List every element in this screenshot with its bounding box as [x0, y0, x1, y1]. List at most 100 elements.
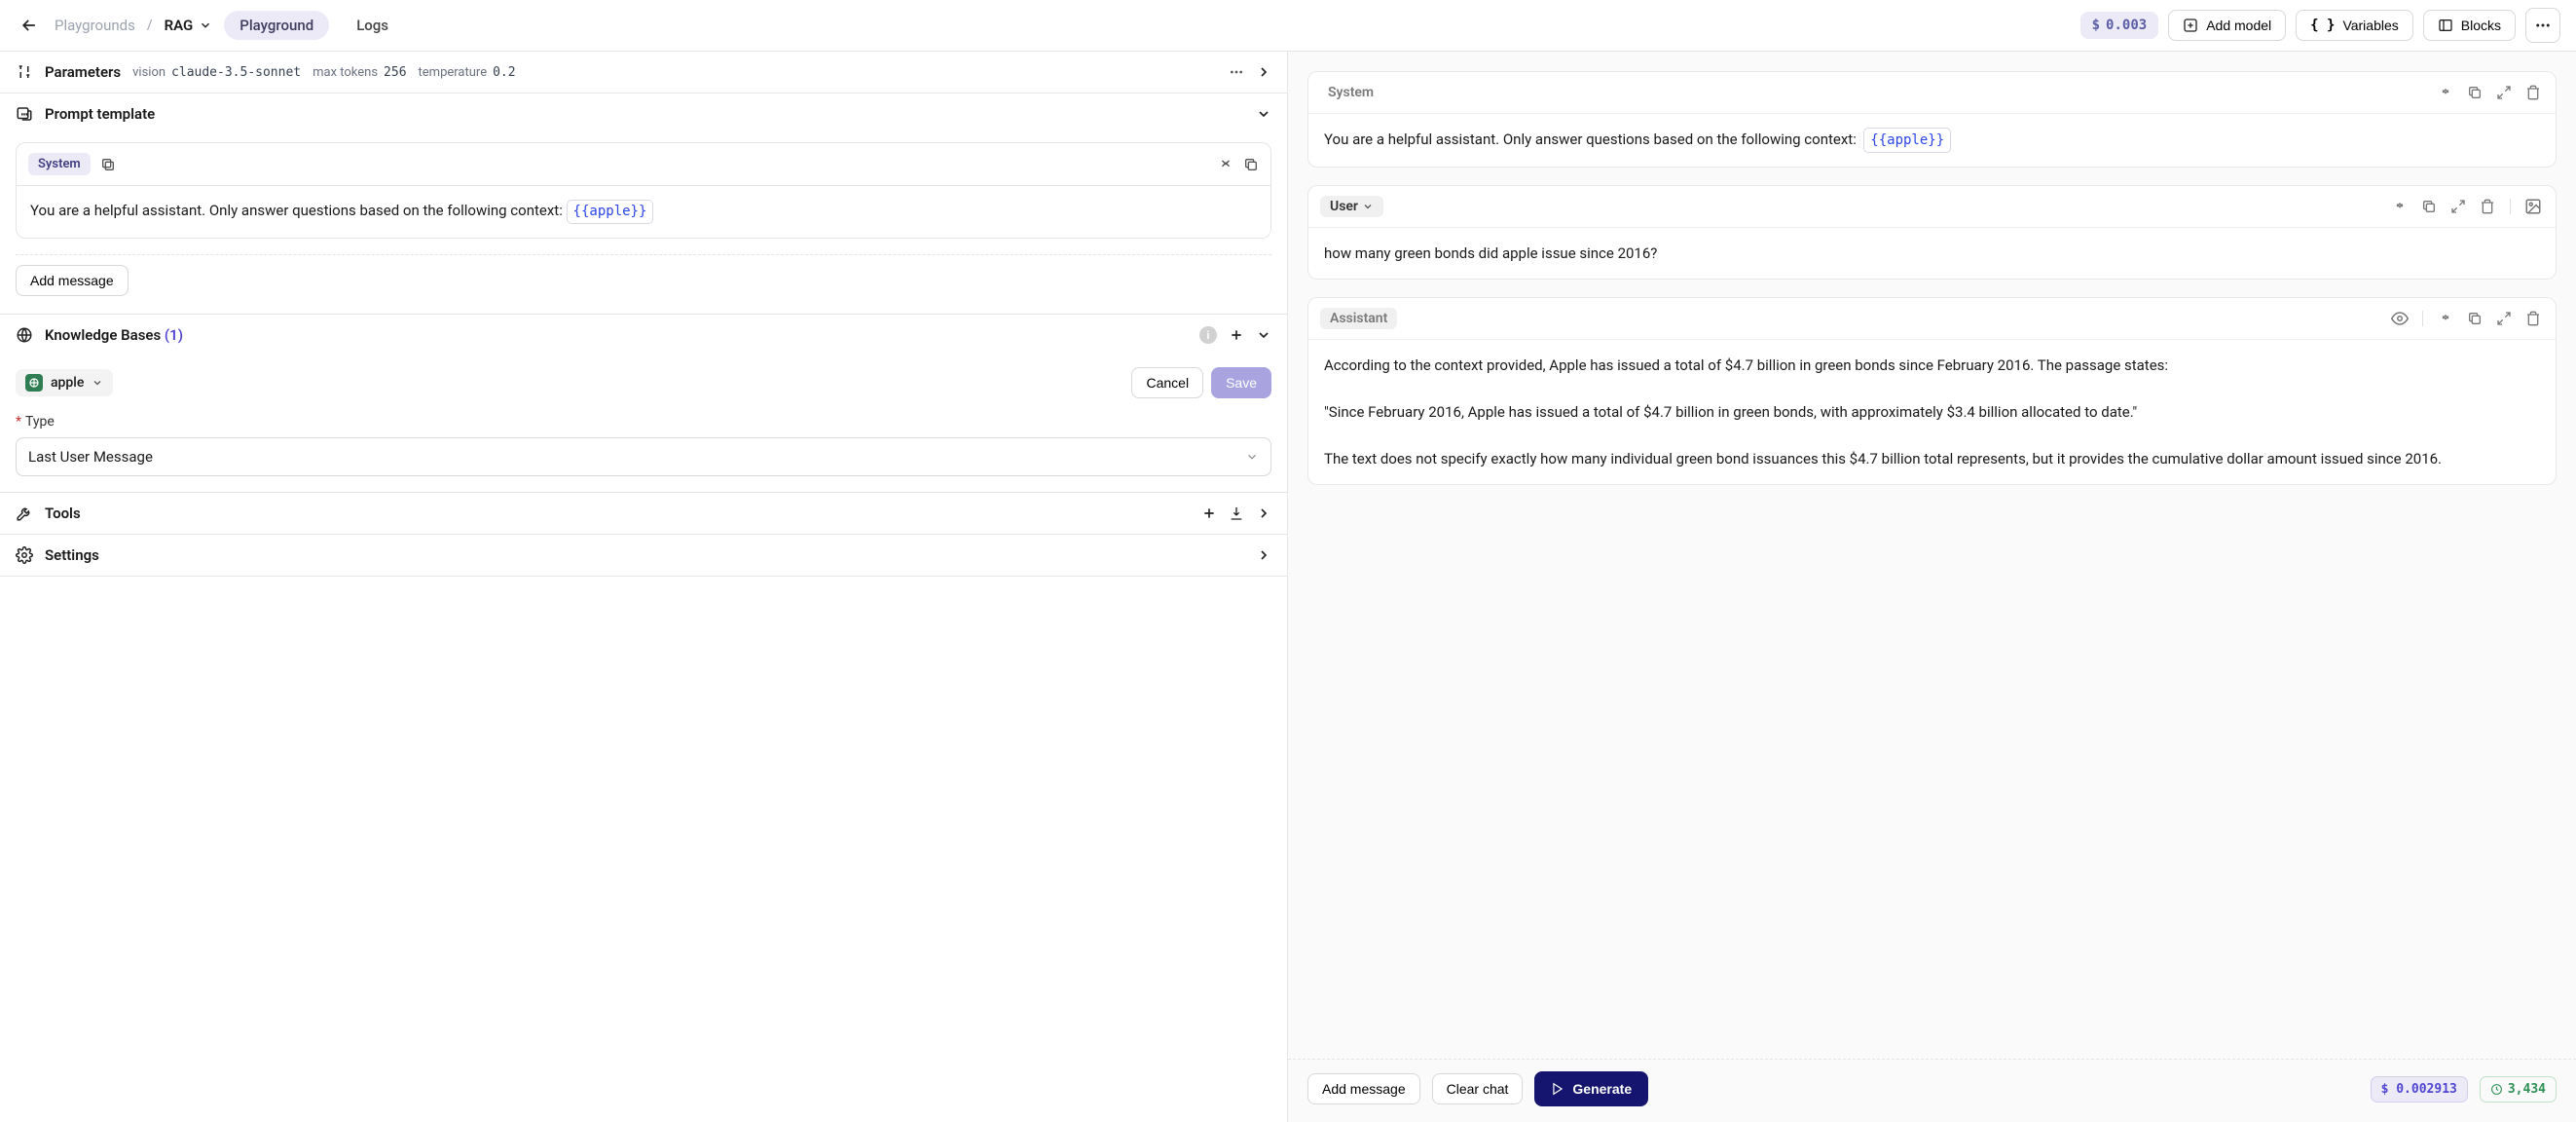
tab-logs[interactable]: Logs: [341, 11, 404, 40]
total-cost-badge: $ 0.003: [2080, 12, 2159, 39]
tools-expand-icon[interactable]: [1256, 505, 1271, 521]
kb-type-select[interactable]: Last User Message: [16, 437, 1271, 476]
chat-user-card: User how many green bonds did apple issu…: [1307, 185, 2557, 280]
copy-system-icon[interactable]: [1243, 157, 1259, 172]
prompt-template-collapse[interactable]: [1256, 106, 1271, 122]
back-arrow-icon: [19, 16, 39, 35]
left-pane: Parameters visionclaude-3.5-sonnet max t…: [0, 52, 1288, 1122]
clock-icon: [2490, 1083, 2503, 1096]
add-model-label: Add model: [2206, 18, 2271, 33]
generate-button[interactable]: Generate: [1534, 1071, 1648, 1106]
kb-cancel-button[interactable]: Cancel: [1131, 367, 1203, 398]
parameters-expand[interactable]: [1256, 64, 1271, 80]
prompt-template-icon: [16, 105, 33, 123]
collapse-icon[interactable]: [2389, 196, 2410, 217]
expand-icon[interactable]: [2493, 82, 2515, 103]
topbar: Playgrounds / RAG Playground Logs $ 0.00…: [0, 0, 2576, 52]
delete-icon[interactable]: [2477, 196, 2498, 217]
image-icon[interactable]: [2522, 196, 2544, 217]
kb-collapse-icon[interactable]: [1256, 327, 1271, 343]
blocks-label: Blocks: [2461, 18, 2501, 33]
knowledge-bases-header[interactable]: Knowledge Bases (1) i: [0, 315, 1287, 355]
system-role-pill: System: [28, 153, 91, 175]
turn-cost-badge: $ 0.002913: [2371, 1076, 2468, 1103]
add-message-button-left[interactable]: Add message: [16, 265, 129, 296]
system-prompt-card: System You are a helpful assistant. Only…: [16, 142, 1271, 239]
token-count-badge: 3,434: [2480, 1076, 2557, 1103]
visibility-icon[interactable]: [2389, 308, 2410, 329]
parameters-more-icon[interactable]: [1229, 64, 1244, 80]
chat-assistant-card: Assistant According to the context provi…: [1307, 297, 2557, 485]
chat-assistant-role: Assistant: [1320, 308, 1397, 329]
more-horizontal-icon: [2534, 17, 2552, 34]
add-model-button[interactable]: Add model: [2168, 10, 2286, 41]
prompt-divider: [16, 254, 1271, 255]
clear-chat-button[interactable]: Clear chat: [1432, 1073, 1524, 1104]
tools-import-icon[interactable]: [1229, 505, 1244, 521]
enhance-prompt-icon[interactable]: [100, 157, 116, 172]
total-cost-value: 0.003: [2106, 18, 2147, 33]
prompt-template-header[interactable]: Prompt template: [0, 94, 1287, 134]
chevron-down-icon: [199, 19, 212, 32]
collapse-icon[interactable]: [2435, 82, 2456, 103]
tools-add-icon[interactable]: [1201, 505, 1217, 521]
parameters-header[interactable]: Parameters visionclaude-3.5-sonnet max t…: [0, 52, 1287, 93]
chat-system-role: System: [1320, 82, 1381, 103]
chevron-down-icon: [92, 377, 103, 389]
add-message-label: Add message: [30, 273, 114, 288]
param-vision: visionclaude-3.5-sonnet: [132, 65, 301, 80]
breadcrumb-separator: /: [147, 18, 153, 33]
breadcrumb-current[interactable]: RAG: [165, 17, 213, 34]
chevron-down-icon: [1362, 201, 1374, 212]
tab-playground[interactable]: Playground: [224, 11, 329, 40]
copy-icon[interactable]: [2464, 82, 2485, 103]
prompt-template-title: Prompt template: [45, 105, 155, 123]
parameters-title: Parameters: [45, 63, 121, 81]
chat-footer: Add message Clear chat Generate $ 0.0029…: [1288, 1059, 2576, 1122]
chat-assistant-body[interactable]: According to the context provided, Apple…: [1308, 340, 2556, 484]
expand-icon[interactable]: [2493, 308, 2515, 329]
chat-user-role[interactable]: User: [1320, 196, 1383, 217]
more-button[interactable]: [2525, 8, 2560, 43]
copy-icon[interactable]: [2418, 196, 2440, 217]
play-icon: [1551, 1082, 1564, 1096]
param-max-tokens: max tokens256: [313, 65, 406, 80]
collapse-icon[interactable]: [2435, 308, 2456, 329]
kb-info-icon[interactable]: i: [1199, 326, 1217, 344]
settings-expand-icon[interactable]: [1256, 547, 1271, 563]
settings-title: Settings: [45, 546, 99, 564]
variables-label: Variables: [2342, 18, 2398, 33]
system-prompt-body[interactable]: You are a helpful assistant. Only answer…: [17, 186, 1270, 238]
kb-item-icon: [25, 374, 43, 392]
blocks-button[interactable]: Blocks: [2423, 10, 2516, 41]
tools-header[interactable]: Tools: [0, 493, 1287, 534]
kb-save-button[interactable]: Save: [1211, 367, 1271, 398]
chat-system-body[interactable]: You are a helpful assistant. Only answer…: [1308, 114, 2556, 167]
settings-header[interactable]: Settings: [0, 535, 1287, 576]
columns-icon: [2438, 18, 2453, 33]
add-message-button-right[interactable]: Add message: [1307, 1073, 1420, 1104]
param-temperature: temperature0.2: [419, 65, 516, 80]
chat-system-card: System You are a helpful assistant. Only…: [1307, 71, 2557, 168]
chat-user-body[interactable]: how many green bonds did apple issue sin…: [1308, 228, 2556, 279]
delete-icon[interactable]: [2522, 308, 2544, 329]
system-prompt-text: You are a helpful assistant. Only answer…: [30, 202, 567, 219]
chevron-down-icon: [1245, 450, 1259, 464]
system-prompt-variable[interactable]: {{apple}}: [567, 200, 654, 224]
collapse-system-icon[interactable]: [1218, 157, 1233, 172]
kb-add-icon[interactable]: [1229, 327, 1244, 343]
kb-type-label: *Type: [16, 414, 1271, 430]
breadcrumb-root[interactable]: Playgrounds: [55, 17, 135, 34]
chat-system-variable[interactable]: {{apple}}: [1863, 128, 1951, 153]
expand-icon[interactable]: [2447, 196, 2469, 217]
variables-button[interactable]: { } Variables: [2296, 10, 2413, 41]
kb-item-apple[interactable]: apple: [16, 369, 113, 396]
parameters-icon: [16, 63, 33, 81]
back-button[interactable]: [16, 12, 43, 39]
dollar-icon: $: [2092, 18, 2100, 33]
kb-type-value: Last User Message: [28, 448, 153, 466]
copy-icon[interactable]: [2464, 308, 2485, 329]
braces-icon: { }: [2310, 18, 2335, 33]
delete-icon[interactable]: [2522, 82, 2544, 103]
breadcrumb-current-label: RAG: [165, 17, 194, 34]
